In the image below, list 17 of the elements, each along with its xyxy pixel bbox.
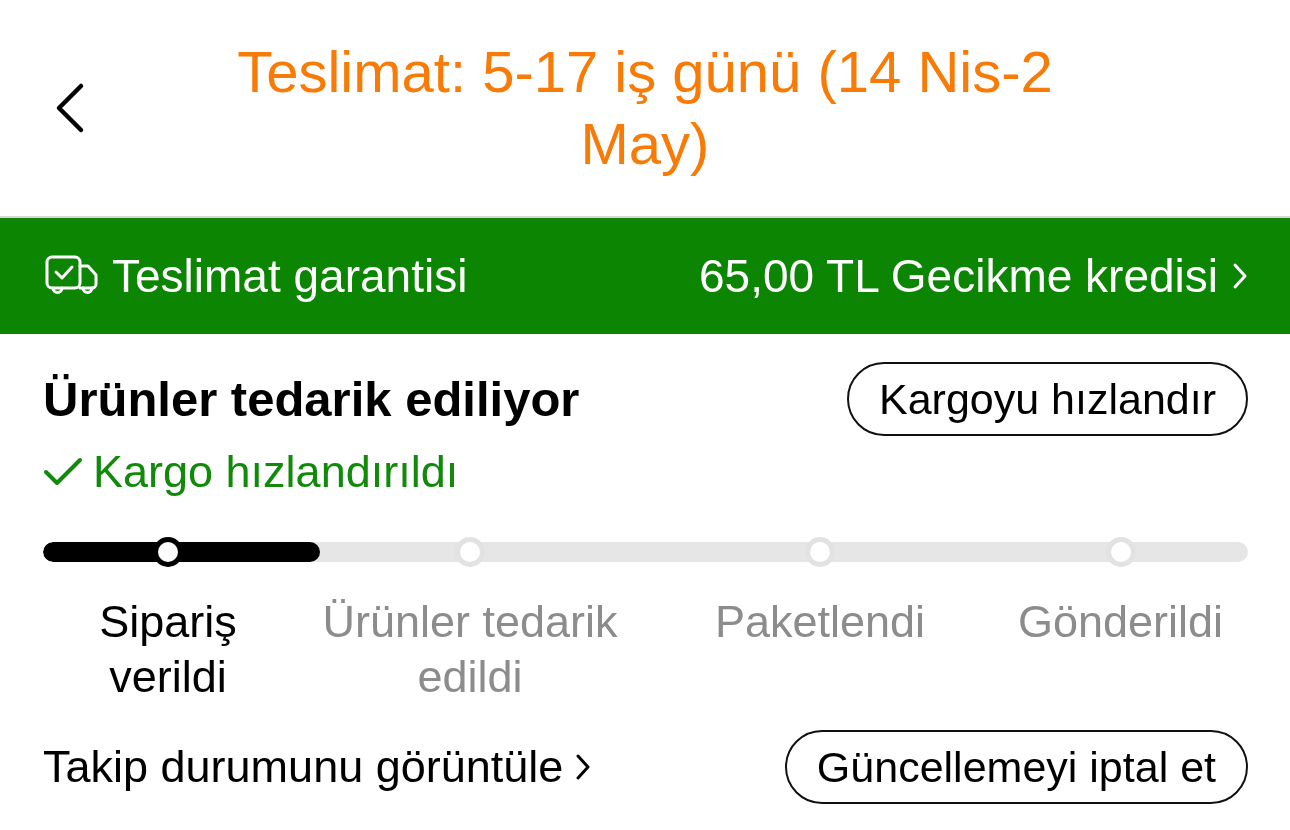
checkmark-icon: [43, 457, 83, 487]
chevron-right-icon: [575, 753, 592, 781]
guarantee-label: Teslimat garantisi: [112, 249, 468, 303]
cancel-update-button[interactable]: Güncellemeyi iptal et: [784, 730, 1248, 804]
step-label: Gönderildi: [1016, 595, 1225, 649]
truck-check-icon: [45, 255, 98, 297]
speed-up-shipping-button[interactable]: Kargoyu hızlandır: [846, 362, 1248, 436]
chevron-right-icon: [1232, 262, 1248, 290]
delivery-estimate-title: Teslimat: 5-17 iş günü (14 Nis-2 May): [236, 38, 1054, 178]
step-label: Sipariş verildi: [98, 595, 238, 704]
late-credit-link[interactable]: 65,00 TL Gecikme kredisi: [699, 249, 1248, 303]
back-icon[interactable]: [55, 82, 85, 134]
step-label: Paketlendi: [713, 595, 927, 649]
step-label: Ürünler tedarik edildi: [321, 595, 619, 704]
order-status-title: Ürünler tedarik ediliyor: [43, 371, 580, 427]
shipping-sped-up-note: Kargo hızlandırıldı: [93, 446, 459, 498]
tracking-link[interactable]: Takip durumunu görüntüle: [43, 741, 592, 793]
